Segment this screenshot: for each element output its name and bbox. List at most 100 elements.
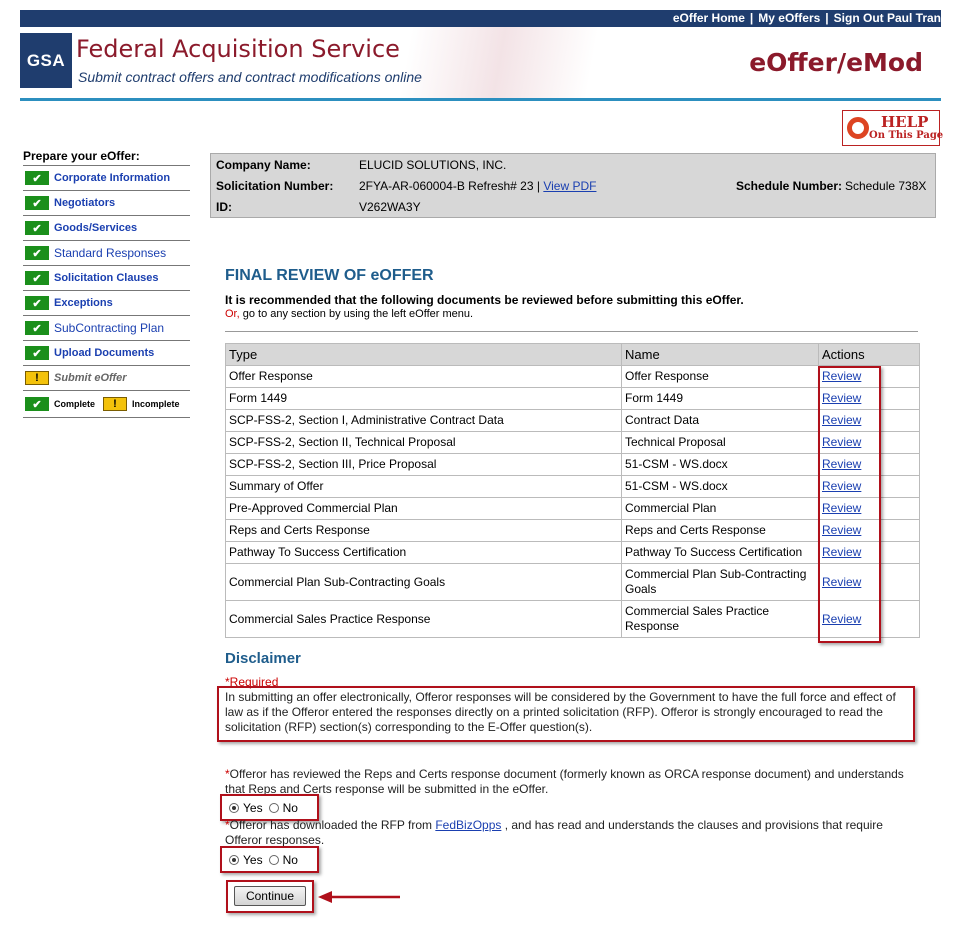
top-nav: eOffer Home | My eOffers | Sign Out Paul Tra… (673, 11, 941, 25)
menu-item-label[interactable]: Solicitation Clauses (54, 272, 159, 284)
column-header-name: Name (621, 343, 819, 366)
menu-item-negotiators[interactable]: ✔ Negotiators (23, 190, 190, 215)
cell-name: Commercial Sales Practice Response (621, 600, 819, 638)
table-row: Reps and Certs Response Reps and Certs R… (225, 519, 920, 542)
cell-type: Commercial Sales Practice Response (225, 600, 622, 638)
radio-label-yes: Yes (243, 853, 263, 867)
table-header-row: Type Name Actions (225, 343, 920, 366)
top-nav-bar: eOffer Home | My eOffers | Sign Out Paul Tra… (20, 10, 941, 27)
table-row: SCP-FSS-2, Section III, Price Proposal 5… (225, 453, 920, 476)
menu-item-subcontracting-plan[interactable]: ✔ SubContracting Plan (23, 315, 190, 340)
menu-item-corporate-information[interactable]: ✔ Corporate Information (23, 165, 190, 190)
menu-item-label: Submit eOffer (54, 372, 127, 384)
question-text: Offeror has reviewed the Reps and Certs … (225, 767, 904, 796)
table-row: Offer Response Offer Response Review (225, 365, 920, 388)
continue-button[interactable]: Continue (234, 886, 306, 906)
or-instruction: Or, go to any section by using the left … (225, 308, 473, 320)
gsa-logo: GSA (20, 33, 72, 88)
cell-type: Reps and Certs Response (225, 519, 622, 542)
cell-type: Form 1449 (225, 387, 622, 410)
review-link[interactable]: Review (822, 457, 861, 471)
cell-type: SCP-FSS-2, Section III, Price Proposal (225, 453, 622, 476)
checkmark-icon: ✔ (25, 196, 49, 210)
checkmark-icon: ✔ (25, 246, 49, 260)
cell-type: Pathway To Success Certification (225, 541, 622, 564)
cell-type: Commercial Plan Sub-Contracting Goals (225, 563, 622, 601)
menu-item-label[interactable]: Goods/Services (54, 222, 137, 234)
header-banner: GSA Federal Acquisition Service Submit c… (20, 27, 941, 99)
or-word: Or, (225, 308, 240, 320)
cell-action: Review (818, 475, 920, 498)
menu-item-label[interactable]: Negotiators (54, 197, 115, 209)
column-header-actions: Actions (818, 343, 920, 366)
cell-action: Review (818, 497, 920, 520)
arrow-left-icon (318, 891, 400, 903)
disclaimer-title: Disclaimer (225, 650, 301, 667)
id-label: ID: (216, 200, 232, 214)
view-pdf-link[interactable]: View PDF (543, 179, 596, 193)
eoffer-menu: ✔ Corporate Information ✔ Negotiators ✔ … (23, 165, 190, 418)
my-eoffers-link[interactable]: My eOffers (758, 11, 820, 25)
menu-item-label[interactable]: Upload Documents (54, 347, 154, 359)
or-rest: go to any section by using the left eOff… (239, 308, 474, 320)
cell-action: Review (818, 453, 920, 476)
eoffer-home-link[interactable]: eOffer Home (673, 11, 745, 25)
menu-item-goods-services[interactable]: ✔ Goods/Services (23, 215, 190, 240)
table-row: Summary of Offer 51-CSM - WS.docx Review (225, 475, 920, 498)
checkmark-icon: ✔ (25, 346, 49, 360)
cell-name: Contract Data (621, 409, 819, 432)
cell-name: Commercial Plan (621, 497, 819, 520)
cell-action: Review (818, 541, 920, 564)
menu-item-upload-documents[interactable]: ✔ Upload Documents (23, 340, 190, 365)
checkmark-icon: ✔ (25, 171, 49, 185)
disclaimer-text: In submitting an offer electronically, O… (225, 690, 896, 734)
review-link[interactable]: Review (822, 413, 861, 427)
reps-certs-no-radio[interactable] (268, 803, 279, 813)
rfp-no-radio[interactable] (268, 855, 279, 865)
cell-action: Review (818, 365, 920, 388)
checkmark-icon: ✔ (25, 397, 49, 411)
warning-icon: ! (103, 397, 128, 411)
cell-type: SCP-FSS-2, Section II, Technical Proposa… (225, 431, 622, 454)
org-subtitle: Submit contract offers and contract modi… (78, 69, 422, 85)
solicitation-number: 2FYA-AR-060004-B Refresh# 23 | (359, 179, 540, 193)
fedbizopps-link[interactable]: FedBizOpps (435, 818, 501, 832)
cell-action: Review (818, 563, 920, 601)
signout-link[interactable]: Sign Out Paul Tran (834, 11, 941, 25)
menu-item-standard-responses[interactable]: ✔ Standard Responses (23, 240, 190, 265)
app-title: eOffer/eMod (749, 48, 923, 77)
review-link[interactable]: Review (822, 501, 861, 515)
menu-item-exceptions[interactable]: ✔ Exceptions (23, 290, 190, 315)
menu-item-label[interactable]: Standard Responses (54, 246, 166, 260)
menu-item-label[interactable]: Corporate Information (54, 172, 170, 184)
review-link[interactable]: Review (822, 479, 861, 493)
checkmark-icon: ✔ (25, 271, 49, 285)
menu-item-label[interactable]: Exceptions (54, 297, 113, 309)
cell-name: Pathway To Success Certification (621, 541, 819, 564)
cell-action: Review (818, 600, 920, 638)
review-link[interactable]: Review (822, 545, 861, 559)
review-link[interactable]: Review (822, 435, 861, 449)
cell-type: Summary of Offer (225, 475, 622, 498)
review-link[interactable]: Review (822, 575, 861, 589)
rfp-yes-radio[interactable] (229, 855, 239, 865)
cell-name: 51-CSM - WS.docx (621, 453, 819, 476)
menu-item-label[interactable]: SubContracting Plan (54, 321, 164, 335)
cell-name: Offer Response (621, 365, 819, 388)
reps-certs-radio-group: Yes No (229, 801, 304, 815)
cell-name: Technical Proposal (621, 431, 819, 454)
review-link[interactable]: Review (822, 523, 861, 537)
review-link[interactable]: Review (822, 391, 861, 405)
column-header-type: Type (225, 343, 622, 366)
help-button[interactable]: HELP On This Page (842, 110, 943, 146)
reps-certs-yes-radio[interactable] (229, 803, 239, 813)
cell-action: Review (818, 387, 920, 410)
checkmark-icon: ✔ (25, 296, 49, 310)
table-row: Commercial Sales Practice Response Comme… (225, 600, 920, 638)
review-link[interactable]: Review (822, 369, 861, 383)
review-link[interactable]: Review (822, 612, 861, 626)
cell-name: 51-CSM - WS.docx (621, 475, 819, 498)
menu-title: Prepare your eOffer: (23, 149, 140, 163)
nav-separator: | (749, 11, 754, 25)
menu-item-solicitation-clauses[interactable]: ✔ Solicitation Clauses (23, 265, 190, 290)
